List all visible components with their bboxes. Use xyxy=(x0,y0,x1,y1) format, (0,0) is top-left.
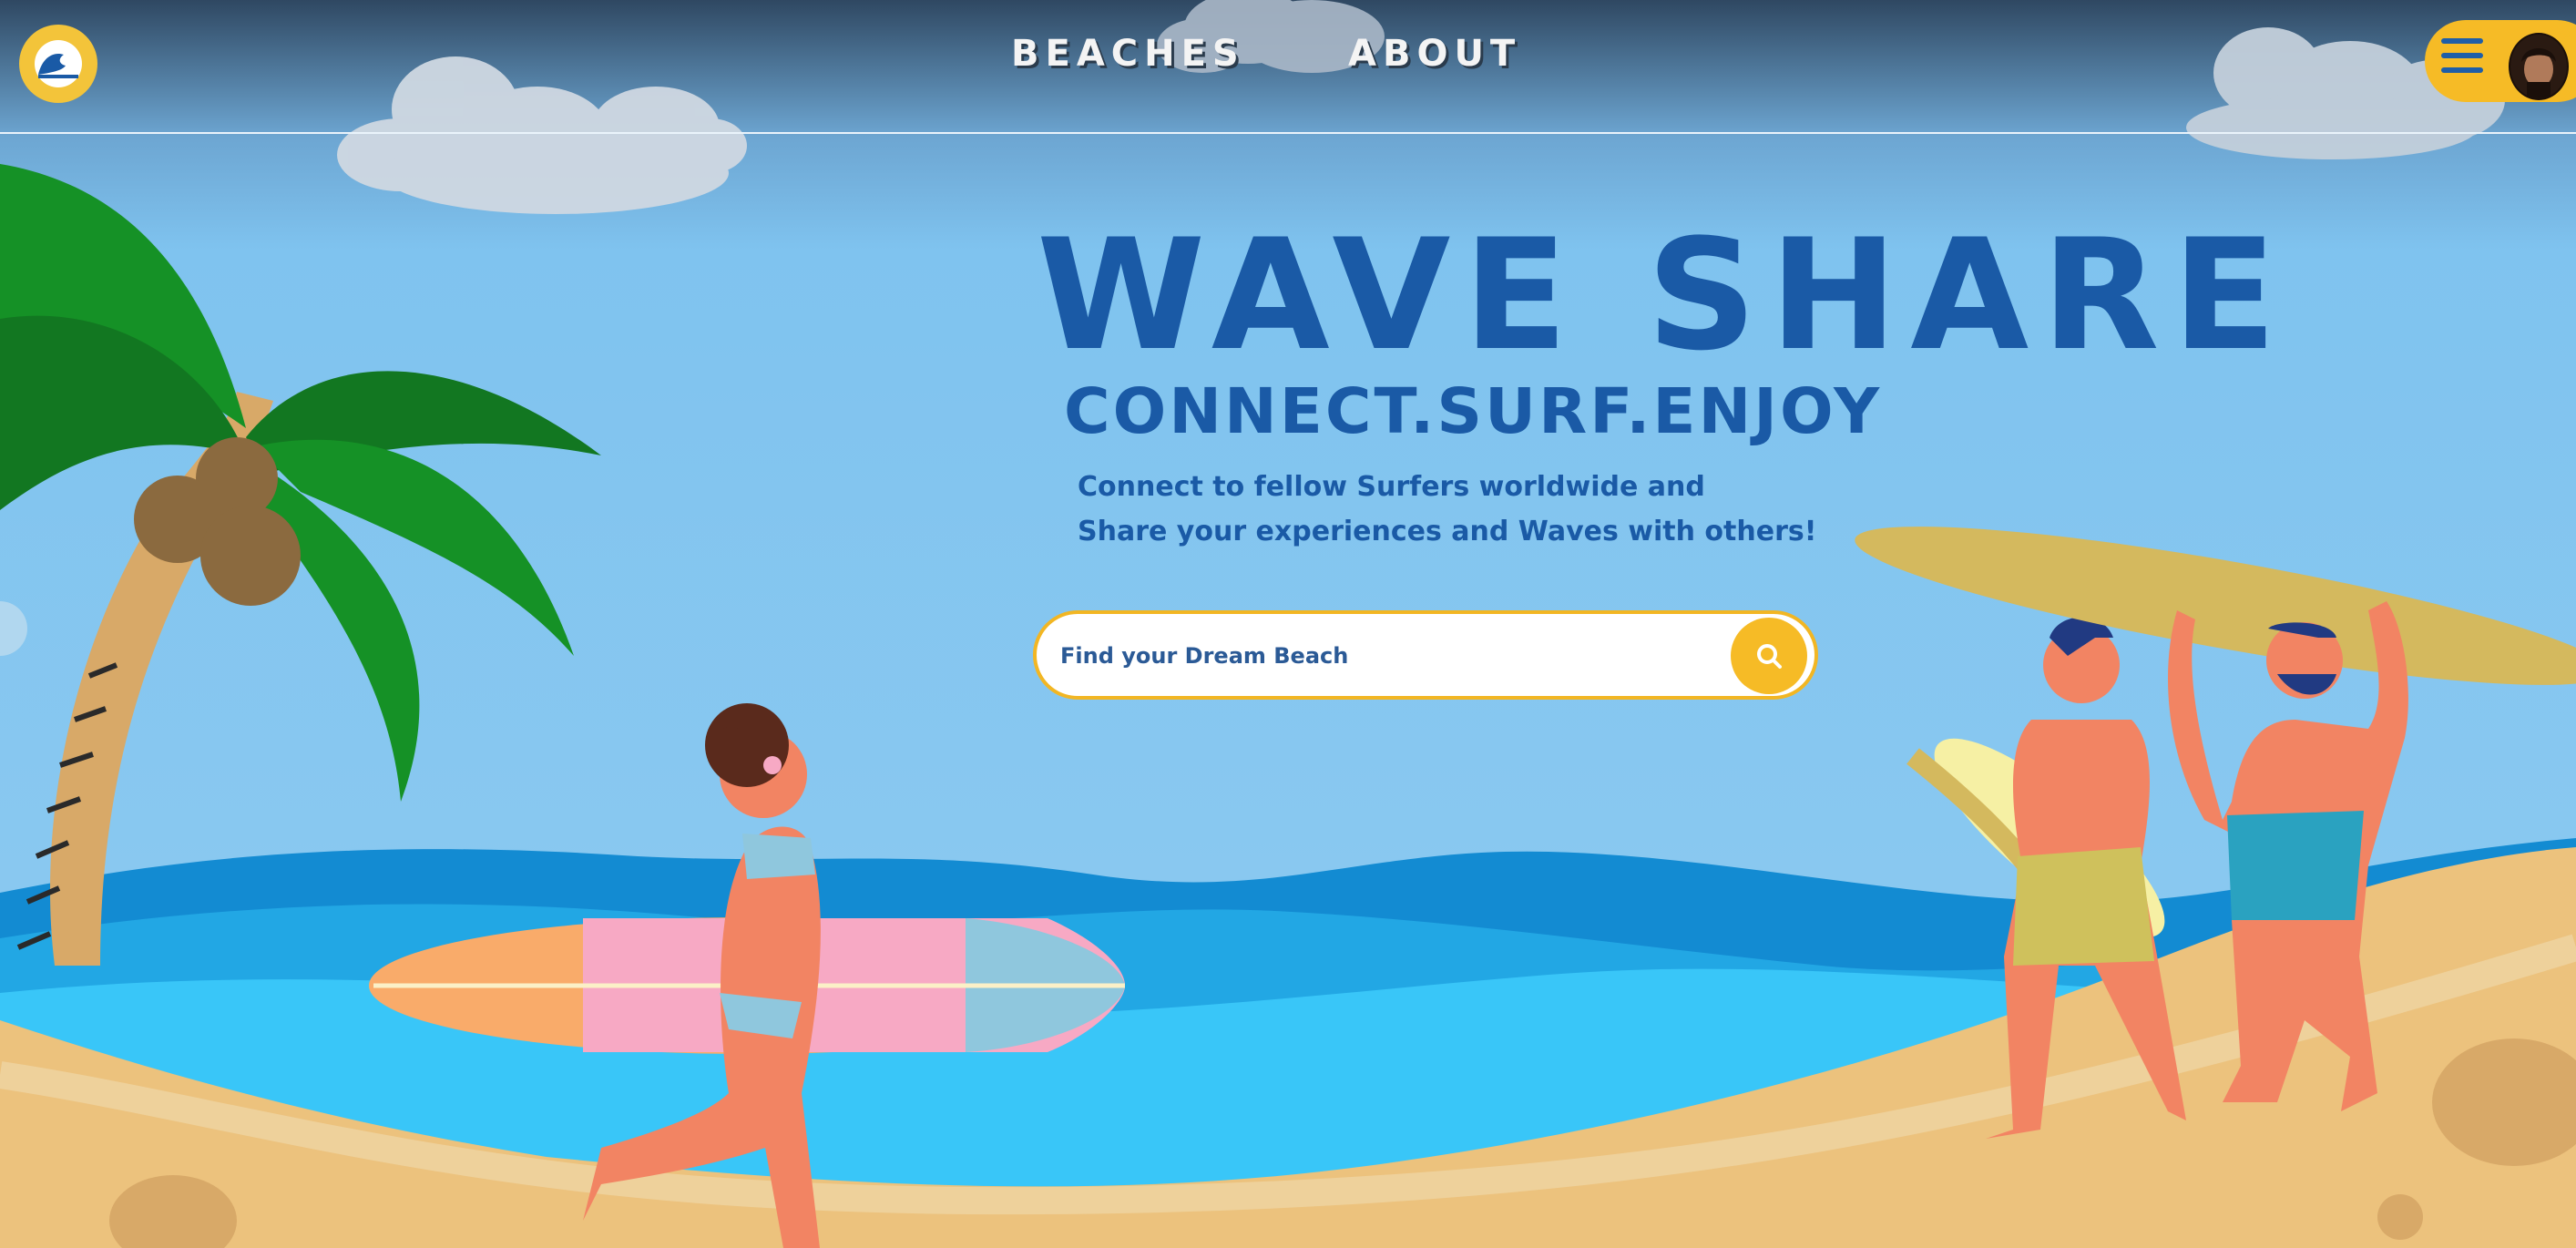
top-navigation-bar: BEACHES ABOUT xyxy=(0,0,2576,134)
nav-link-about[interactable]: ABOUT xyxy=(1348,33,1521,75)
hero-title: WAVE SHARE xyxy=(1037,206,2290,384)
wave-logo-icon xyxy=(22,27,95,100)
wave-share-logo[interactable] xyxy=(19,25,97,103)
nav-link-beaches[interactable]: BEACHES xyxy=(1011,33,1245,75)
search-input[interactable] xyxy=(1058,632,1682,680)
user-avatar[interactable] xyxy=(2509,33,2569,100)
hamburger-icon[interactable] xyxy=(2441,38,2483,77)
search-button[interactable] xyxy=(1731,618,1807,694)
search-icon xyxy=(1757,644,1782,669)
hero-description-line-1: Connect to fellow Surfers worldwide and xyxy=(1078,471,1705,503)
search-bar xyxy=(1033,610,1818,700)
hero-tagline: CONNECT.SURF.ENJOY xyxy=(1064,375,1883,448)
hero-description-line-2: Share your experiences and Waves with ot… xyxy=(1078,516,1817,547)
